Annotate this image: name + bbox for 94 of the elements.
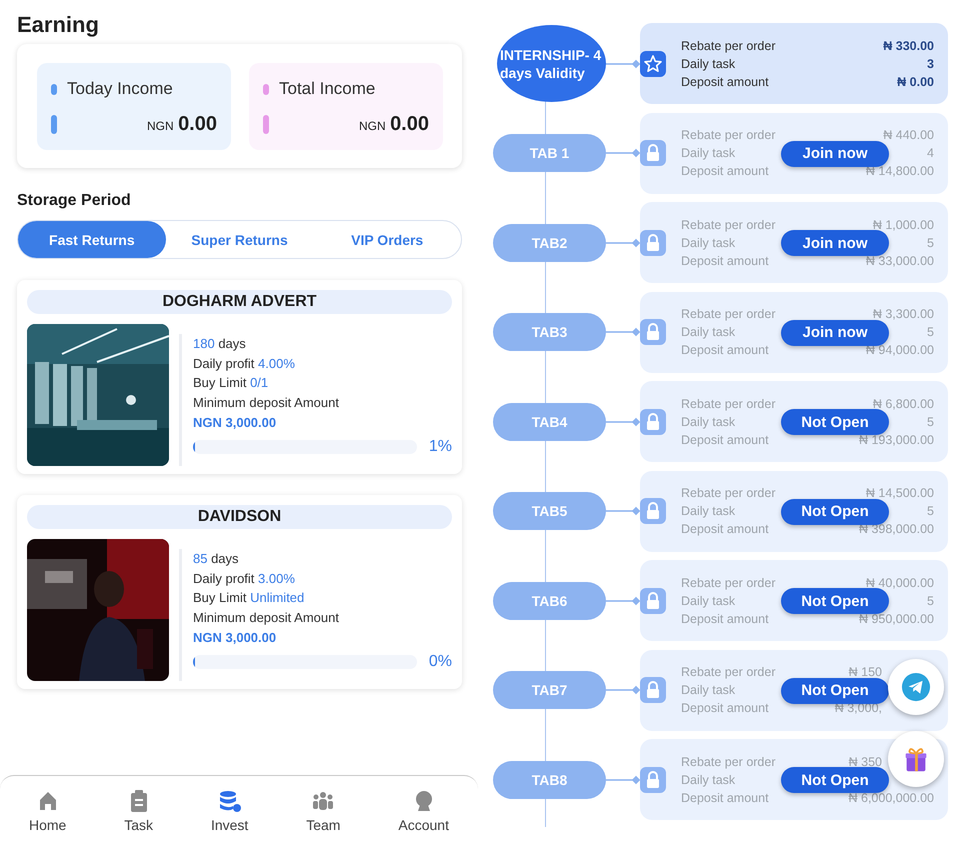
tier-value: 3 <box>927 56 934 72</box>
tier-label: Deposit amount <box>681 700 769 717</box>
connector-line <box>606 327 640 337</box>
period-tab[interactable]: VIP Orders <box>313 221 462 258</box>
tier-label: Deposit amount <box>681 432 769 448</box>
section-title: Storage Period <box>17 192 132 210</box>
tier-label: Rebate per order <box>681 216 776 234</box>
lock-icon <box>640 766 666 792</box>
tier-label: Deposit amount <box>681 342 769 359</box>
product-duration: 180 days <box>193 335 247 353</box>
level-node[interactable]: INTERNSHIP- 4 days Validity <box>497 25 606 102</box>
product-duration: 85 days <box>193 550 240 568</box>
tier-label: Rebate per order <box>681 38 776 54</box>
lock-icon <box>640 677 666 703</box>
tier-label: Rebate per order <box>681 574 776 592</box>
section-title: Earning <box>17 12 100 38</box>
connector-line <box>606 506 640 516</box>
connector-line <box>606 238 640 248</box>
tier-label: Deposit amount <box>681 610 769 628</box>
period-tab[interactable]: Fast Returns <box>18 221 166 258</box>
join-button[interactable]: Not Open <box>781 588 889 614</box>
tier-label: Rebate per order <box>681 485 776 502</box>
progress-percent: 0% <box>428 652 452 671</box>
tier-label: Rebate per order <box>681 754 776 770</box>
tier-label: Rebate per order <box>681 396 776 412</box>
deposit-label: Minimum deposit Amount <box>193 609 340 628</box>
tier-value: 5 <box>927 503 934 520</box>
connector-line <box>606 58 640 68</box>
nav-item[interactable]: Account <box>398 788 449 832</box>
income-bar <box>51 115 57 134</box>
tier-label: Deposit amount <box>681 252 769 270</box>
nav-item[interactable]: Task <box>124 788 154 832</box>
lock-icon <box>640 498 666 524</box>
deposit-label: Minimum deposit Amount <box>193 394 340 412</box>
join-button[interactable]: Not Open <box>781 678 889 704</box>
deposit-amount: NGN 3,000.00 <box>193 414 278 432</box>
tier-value: ₦ 0.00 <box>897 74 934 90</box>
tier-label: Rebate per order <box>681 306 776 323</box>
connector-line <box>606 685 640 695</box>
connector-line <box>606 774 640 784</box>
join-button[interactable]: Not Open <box>781 498 889 524</box>
tier-label: Daily task <box>681 772 736 788</box>
lock-icon <box>640 588 666 614</box>
tier-value: 4 <box>927 145 934 162</box>
join-button[interactable]: Join now <box>781 140 889 166</box>
database-icon <box>218 788 242 812</box>
tier-label: Daily task <box>681 56 736 72</box>
join-button[interactable]: Not Open <box>781 767 889 793</box>
connector-line <box>606 416 640 426</box>
nav-item[interactable]: Team <box>306 788 340 832</box>
tier-label: Daily task <box>681 414 736 430</box>
tier-label: Daily task <box>681 592 736 610</box>
period-tab[interactable]: Super Returns <box>166 221 314 258</box>
tier-label: Deposit amount <box>681 521 769 538</box>
progress-percent: 1% <box>428 438 452 456</box>
connector-line <box>606 596 640 606</box>
tier-label: Deposit amount <box>681 74 769 90</box>
tier-value: 5 <box>927 324 934 341</box>
tier-label: Daily task <box>681 234 736 252</box>
tier-value: 5 <box>927 414 934 430</box>
product-title: DAVIDSON <box>27 505 452 529</box>
paper-plane-icon <box>901 672 931 702</box>
lock-icon <box>640 319 666 345</box>
income-label: Total Income <box>279 79 376 99</box>
lock-icon <box>640 140 666 166</box>
tier-value: 5 <box>927 592 934 610</box>
tier-label: Daily task <box>681 324 736 341</box>
buy-limit: Buy Limit 0/1 <box>193 374 270 392</box>
income-label: Today Income <box>67 79 173 99</box>
deposit-amount: NGN 3,000.00 <box>193 628 278 647</box>
lock-icon <box>640 408 666 434</box>
join-button[interactable]: Join now <box>781 320 889 346</box>
product-title: DOGHARM ADVERT <box>27 290 452 314</box>
tier-label: Daily task <box>681 682 736 699</box>
connector-line <box>606 148 640 158</box>
nav-item[interactable]: Invest <box>210 788 248 832</box>
income-amount: NGN 0.00 <box>146 113 217 136</box>
join-button[interactable]: Not Open <box>781 409 889 435</box>
tier-label: Rebate per order <box>681 127 776 144</box>
buy-limit: Buy Limit Unlimited <box>193 589 306 608</box>
income-bar <box>263 115 269 134</box>
tier-label: Deposit amount <box>681 163 769 180</box>
tier-value: 5 <box>927 234 934 252</box>
tier-value: ₦ 330.00 <box>883 38 934 54</box>
tier-label: Rebate per order <box>681 664 776 681</box>
join-button[interactable]: Join now <box>781 230 889 256</box>
income-amount: NGN 0.00 <box>358 113 429 136</box>
lock-icon <box>640 230 666 256</box>
tier-label: Daily task <box>681 145 736 162</box>
tier-label: Deposit amount <box>681 790 769 806</box>
daily-profit: Daily profit 3.00% <box>193 570 296 588</box>
nav-item[interactable]: Home <box>28 788 66 832</box>
daily-profit: Daily profit 4.00% <box>193 354 296 373</box>
tier-label: Daily task <box>681 503 736 520</box>
